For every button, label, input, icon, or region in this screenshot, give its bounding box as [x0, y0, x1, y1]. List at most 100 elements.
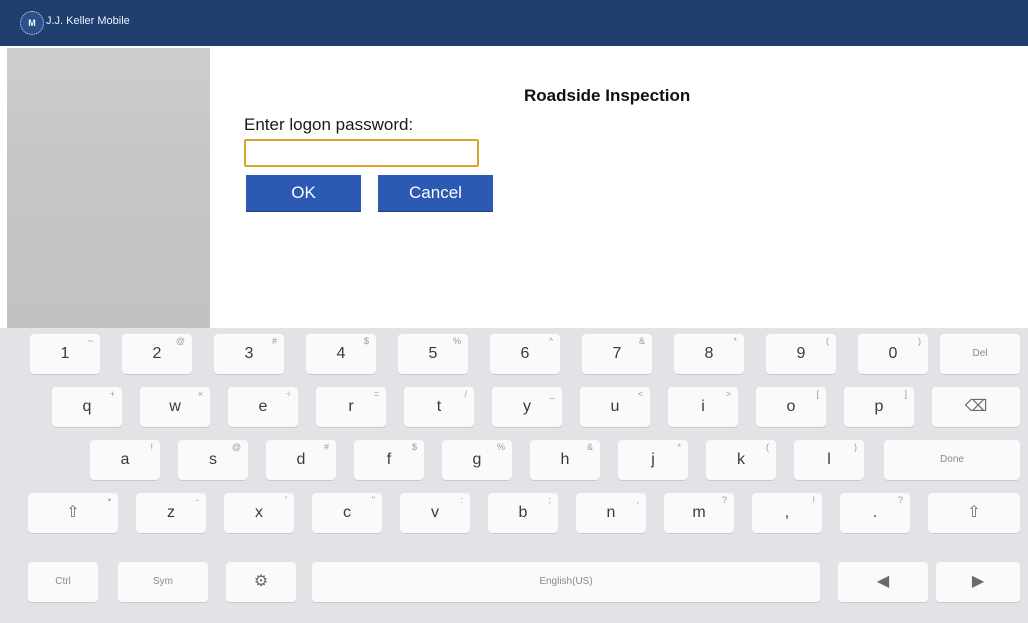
- key-q[interactable]: q +: [52, 387, 122, 427]
- sym-key[interactable]: Sym: [118, 562, 208, 602]
- key-3-alt: #: [271, 336, 277, 346]
- key-9[interactable]: 9(: [766, 334, 836, 374]
- key-2[interactable]: 2 @: [122, 334, 192, 374]
- key-6[interactable]: 6 ^: [490, 334, 560, 374]
- key-k[interactable]: k(: [706, 440, 776, 480]
- key-h[interactable]: h &: [530, 440, 600, 480]
- cancel-button[interactable]: Cancel: [378, 175, 493, 211]
- key-d-alt: #: [323, 442, 329, 452]
- key-y-alt: _: [549, 389, 555, 399]
- key-v[interactable]: v:: [400, 493, 470, 533]
- delete-key[interactable]: Del: [940, 334, 1020, 374]
- key-p-label: p: [874, 398, 884, 415]
- key-x-alt: ': [285, 495, 287, 505]
- key-u-alt: <: [637, 389, 643, 399]
- space-bar[interactable]: English(US): [312, 562, 820, 602]
- key-1-label: 1: [60, 345, 70, 362]
- password-prompt: Enter logon password:: [244, 115, 414, 134]
- key-5[interactable]: 5%: [398, 334, 468, 374]
- key-q-label: q: [82, 398, 92, 415]
- key-z-alt: -: [196, 495, 199, 505]
- key-e[interactable]: e ÷: [228, 387, 298, 427]
- key-4[interactable]: 4 $: [306, 334, 376, 374]
- key-r-alt: =: [373, 389, 379, 399]
- key-m-alt: ?: [721, 495, 727, 505]
- key-o-alt: [: [816, 389, 819, 399]
- key-1-alt: ~: [87, 336, 93, 346]
- cursor-left-icon[interactable]: ◀: [838, 562, 928, 602]
- key-u[interactable]: u <: [580, 387, 650, 427]
- key-y[interactable]: y _: [492, 387, 562, 427]
- key-x[interactable]: x ': [224, 493, 294, 533]
- key-t[interactable]: t /: [404, 387, 474, 427]
- key-u-label: u: [610, 398, 620, 415]
- key-n[interactable]: n,: [576, 493, 646, 533]
- key-g-label: g: [472, 451, 482, 468]
- key-f[interactable]: f $: [354, 440, 424, 480]
- key-j[interactable]: j *: [618, 440, 688, 480]
- shift-left-label: ⇧: [66, 504, 80, 521]
- key-s-alt: @: [231, 442, 241, 452]
- key-0[interactable]: 0): [858, 334, 928, 374]
- key-8[interactable]: 8 *: [674, 334, 744, 374]
- key-g[interactable]: g%: [442, 440, 512, 480]
- key-r-label: r: [348, 398, 354, 415]
- key-7[interactable]: 7 &: [582, 334, 652, 374]
- shift-left-icon[interactable]: ⇧ •: [28, 493, 118, 533]
- key-7-alt: &: [638, 336, 645, 346]
- key-0-alt: ): [918, 336, 921, 346]
- key-c[interactable]: c ": [312, 493, 382, 533]
- key-i-label: i: [701, 398, 705, 415]
- key-a[interactable]: a!: [90, 440, 160, 480]
- key-z[interactable]: z-: [136, 493, 206, 533]
- on-screen-keyboard: 1 ~ 2 @ 3 # 4 $ 5% 6 ^ 7 & 8 * 9( 0) Del q + w × …: [0, 328, 1028, 623]
- key-4-label: 4: [336, 345, 346, 362]
- key-i[interactable]: i >: [668, 387, 738, 427]
- backspace-icon[interactable]: ⌫: [932, 387, 1020, 427]
- key-o[interactable]: o[: [756, 387, 826, 427]
- shift-left-alt: •: [107, 495, 111, 505]
- key-1[interactable]: 1 ~: [30, 334, 100, 374]
- title-bar: M J.J. Keller Mobile: [0, 0, 1028, 46]
- key-comma-alt: !: [812, 495, 815, 505]
- key-y-label: y: [523, 398, 531, 415]
- key-3[interactable]: 3 #: [214, 334, 284, 374]
- key-v-alt: :: [460, 495, 463, 505]
- key-a-alt: !: [150, 442, 153, 452]
- ctrl-key[interactable]: Ctrl: [28, 562, 98, 602]
- key-q-alt: +: [109, 389, 115, 399]
- key-comma-label: ,: [784, 504, 790, 521]
- key-p-alt: ]: [904, 389, 907, 399]
- key-t-alt: /: [464, 389, 467, 399]
- key-s[interactable]: s @: [178, 440, 248, 480]
- key-a-label: a: [120, 451, 130, 468]
- key-6-alt: ^: [548, 336, 553, 346]
- key-d[interactable]: d #: [266, 440, 336, 480]
- key-comma[interactable]: ,!: [752, 493, 822, 533]
- key-7-label: 7: [612, 345, 622, 362]
- key-9-label: 9: [796, 345, 806, 362]
- key-w-alt: ×: [197, 389, 203, 399]
- key-period[interactable]: .?: [840, 493, 910, 533]
- cursor-right-icon[interactable]: ▶: [936, 562, 1020, 602]
- key-l-label: l: [827, 451, 831, 468]
- app-title: J.J. Keller Mobile: [46, 15, 130, 27]
- key-w[interactable]: w ×: [140, 387, 210, 427]
- key-l[interactable]: l): [794, 440, 864, 480]
- key-f-alt: $: [411, 442, 417, 452]
- key-m[interactable]: m?: [664, 493, 734, 533]
- key-r[interactable]: r =: [316, 387, 386, 427]
- key-p[interactable]: p]: [844, 387, 914, 427]
- key-8-label: 8: [704, 345, 714, 362]
- password-input[interactable]: [244, 139, 479, 167]
- key-5-label: 5: [428, 345, 438, 362]
- key-n-label: n: [606, 504, 616, 521]
- shift-right-icon[interactable]: ⇧: [928, 493, 1020, 533]
- settings-gear-icon[interactable]: ⚙: [226, 562, 296, 602]
- done-key[interactable]: Done: [884, 440, 1020, 480]
- key-n-alt: ,: [636, 495, 639, 505]
- ok-button[interactable]: OK: [246, 175, 361, 211]
- key-k-label: k: [737, 451, 745, 468]
- key-b[interactable]: b;: [488, 493, 558, 533]
- key-k-alt: (: [766, 442, 769, 452]
